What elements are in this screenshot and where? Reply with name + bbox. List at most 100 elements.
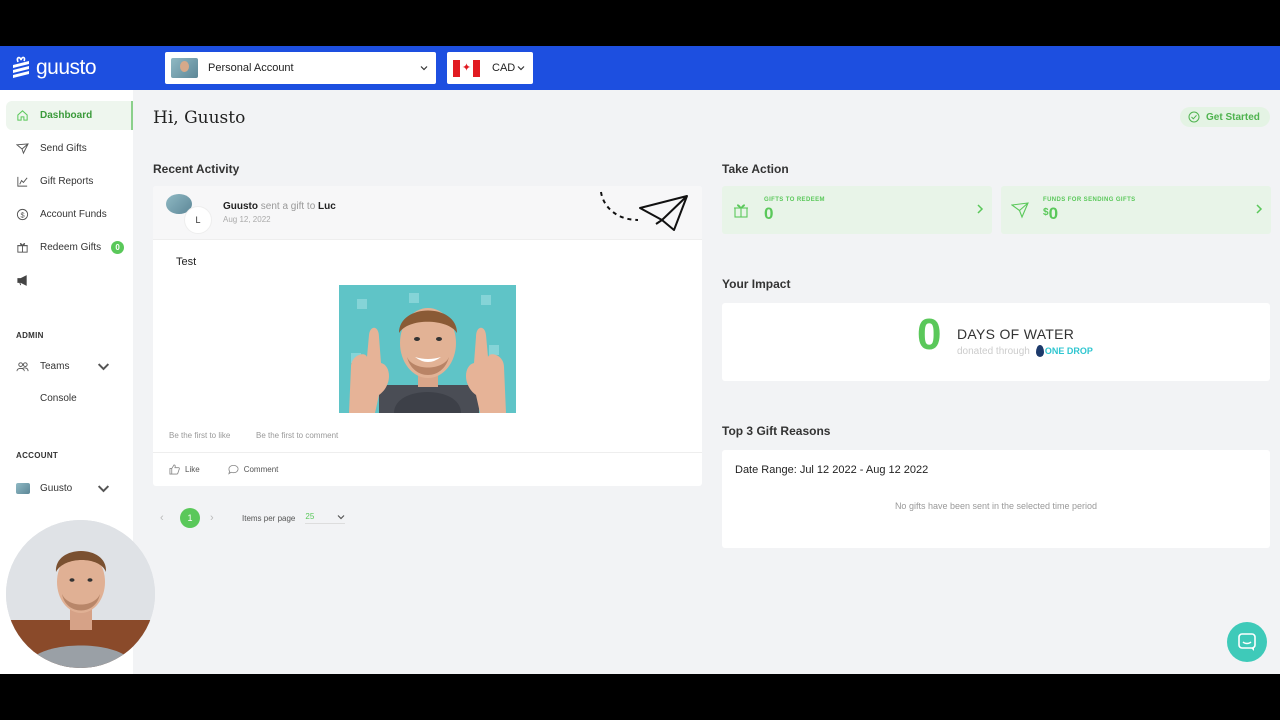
date-range[interactable]: Date Range: Jul 12 2022 - Aug 12 2022 (735, 464, 928, 476)
chevron-down-icon (517, 66, 525, 71)
items-per-page-label: Items per page (242, 513, 296, 523)
comment-button[interactable]: Comment (227, 464, 279, 475)
account-dropdown-label: Personal Account (208, 62, 294, 74)
items-per-page-select[interactable]: 25 (305, 512, 346, 524)
next-page-button[interactable]: › (210, 512, 220, 524)
chat-launcher-button[interactable] (1227, 622, 1267, 662)
like-button[interactable]: Like (169, 464, 200, 475)
paper-plane-icon (1011, 202, 1029, 219)
impact-subtitle-row: donated through ONE DROP (957, 345, 1093, 357)
like-label: Like (185, 465, 200, 474)
your-impact-title: Your Impact (722, 277, 791, 291)
chat-icon (1238, 633, 1256, 651)
sidebar-item-announcements[interactable] (6, 266, 133, 295)
water-drop-icon (1035, 345, 1044, 357)
page-1-button[interactable]: 1 (180, 508, 200, 528)
recent-activity-title: Recent Activity (153, 162, 240, 176)
activity-avatars: L (166, 194, 212, 234)
comment-bubble-icon (227, 464, 239, 475)
activity-actions: Like Comment (153, 452, 702, 486)
sidebar-item-label: Console (40, 393, 77, 404)
gift-message: Test (176, 256, 197, 268)
canada-flag-icon: ✦ (453, 59, 480, 77)
paper-plane-illustration-icon (600, 191, 688, 231)
account-dropdown[interactable]: Personal Account (165, 52, 436, 84)
sidebar-item-label: Dashboard (40, 110, 93, 121)
check-circle-icon (1188, 111, 1200, 123)
prev-page-button[interactable]: ‹ (160, 512, 170, 524)
chevron-down-icon (337, 514, 345, 519)
activity-recipient[interactable]: Luc (318, 201, 336, 212)
chevron-down-icon (97, 363, 110, 371)
sidebar-item-label: Send Gifts (40, 143, 87, 154)
chevron-right-icon (977, 204, 984, 214)
get-started-label: Get Started (1206, 111, 1260, 123)
people-icon (16, 362, 29, 372)
funds-for-sending-card[interactable]: FUNDS FOR SENDING GIFTS $0 (1001, 186, 1271, 234)
sidebar-item-label: Account Funds (40, 209, 107, 220)
user-avatar (16, 483, 30, 494)
activity-header: L Guusto sent a gift to Luc Aug 12, 2022 (153, 186, 702, 240)
activity-date: Aug 12, 2022 (223, 215, 271, 224)
letterbox-bottom (0, 674, 1280, 720)
megaphone-icon (17, 275, 27, 286)
sidebar-item-label: Guusto (40, 483, 73, 494)
sidebar-item-label: Gift Reports (40, 176, 94, 187)
sidebar-item-teams[interactable]: Teams (6, 352, 133, 381)
svg-text:$: $ (20, 210, 24, 219)
activity-verb: sent a gift to (260, 201, 316, 212)
page-title: Hi, Guusto (153, 108, 246, 128)
get-started-button[interactable]: Get Started (1180, 107, 1270, 127)
activity-sender[interactable]: Guusto (223, 201, 258, 212)
dollar-circle-icon: $ (16, 208, 29, 221)
sidebar-item-console[interactable]: Console (6, 384, 133, 413)
sidebar-item-label: Redeem Gifts (40, 242, 102, 253)
admin-section-label: ADMIN (16, 331, 44, 340)
presenter-webcam-image (6, 520, 155, 668)
activity-description: Guusto sent a gift to Luc (223, 201, 336, 212)
pagination: ‹ 1 › Items per page 25 (160, 508, 346, 528)
sidebar-item-redeem-gifts[interactable]: Redeem Gifts 0 (6, 233, 133, 262)
sidebar-item-send-gifts[interactable]: Send Gifts (6, 134, 133, 163)
sidebar-item-gift-reports[interactable]: Gift Reports (6, 167, 133, 196)
thumbs-up-person-image (339, 285, 516, 413)
webcam-overlay (6, 520, 155, 668)
comment-label: Comment (243, 465, 279, 474)
one-drop-logo[interactable]: ONE DROP (1035, 345, 1093, 357)
gift-stack-logo-icon (13, 56, 29, 78)
paper-plane-icon (16, 143, 29, 155)
gift-photo (339, 285, 516, 413)
currency-dropdown[interactable]: ✦ CAD (447, 52, 533, 84)
chevron-down-icon (97, 485, 110, 493)
app-window: guusto Personal Account ✦ CAD Dashboard … (0, 46, 1280, 674)
account-avatar (171, 58, 198, 78)
gifts-to-redeem-value: 0 (764, 203, 774, 223)
currency-label: CAD (492, 62, 516, 74)
one-drop-logo-text: ONE DROP (1044, 345, 1093, 356)
sidebar-item-label: Teams (40, 361, 70, 372)
guusto-logo[interactable]: guusto (10, 54, 97, 82)
gift-reasons-card: Date Range: Jul 12 2022 - Aug 12 2022 No… (722, 450, 1270, 548)
gifts-to-redeem-card[interactable]: GIFTS TO REDEEM 0 (722, 186, 992, 234)
chevron-down-icon (420, 66, 428, 71)
sidebar-item-user-account[interactable]: Guusto (6, 474, 133, 503)
top-gift-reasons-title: Top 3 Gift Reasons (722, 424, 831, 438)
account-section-label: ACCOUNT (16, 451, 59, 460)
redeem-count-badge: 0 (111, 241, 125, 254)
chevron-right-icon (1256, 204, 1263, 214)
take-action-title: Take Action (722, 162, 789, 176)
top-bar: guusto Personal Account ✦ CAD (0, 46, 1280, 90)
impact-days-number: 0 (917, 310, 942, 359)
thumbs-up-icon (169, 464, 180, 475)
sidebar-item-account-funds[interactable]: $ Account Funds (6, 200, 133, 229)
funds-value-wrap: $0 (1043, 204, 1136, 224)
comment-hint: Be the first to comment (256, 431, 339, 440)
brand-name: guusto (36, 56, 97, 79)
impact-title: DAYS OF WATER (957, 326, 1075, 342)
empty-state-message: No gifts have been sent in the selected … (894, 501, 1098, 511)
home-icon (17, 110, 28, 121)
sidebar-item-dashboard[interactable]: Dashboard (6, 101, 133, 130)
activity-card: L Guusto sent a gift to Luc Aug 12, 2022… (153, 186, 702, 486)
funds-value: 0 (1048, 203, 1059, 223)
funds-caption: FUNDS FOR SENDING GIFTS (1043, 196, 1136, 203)
